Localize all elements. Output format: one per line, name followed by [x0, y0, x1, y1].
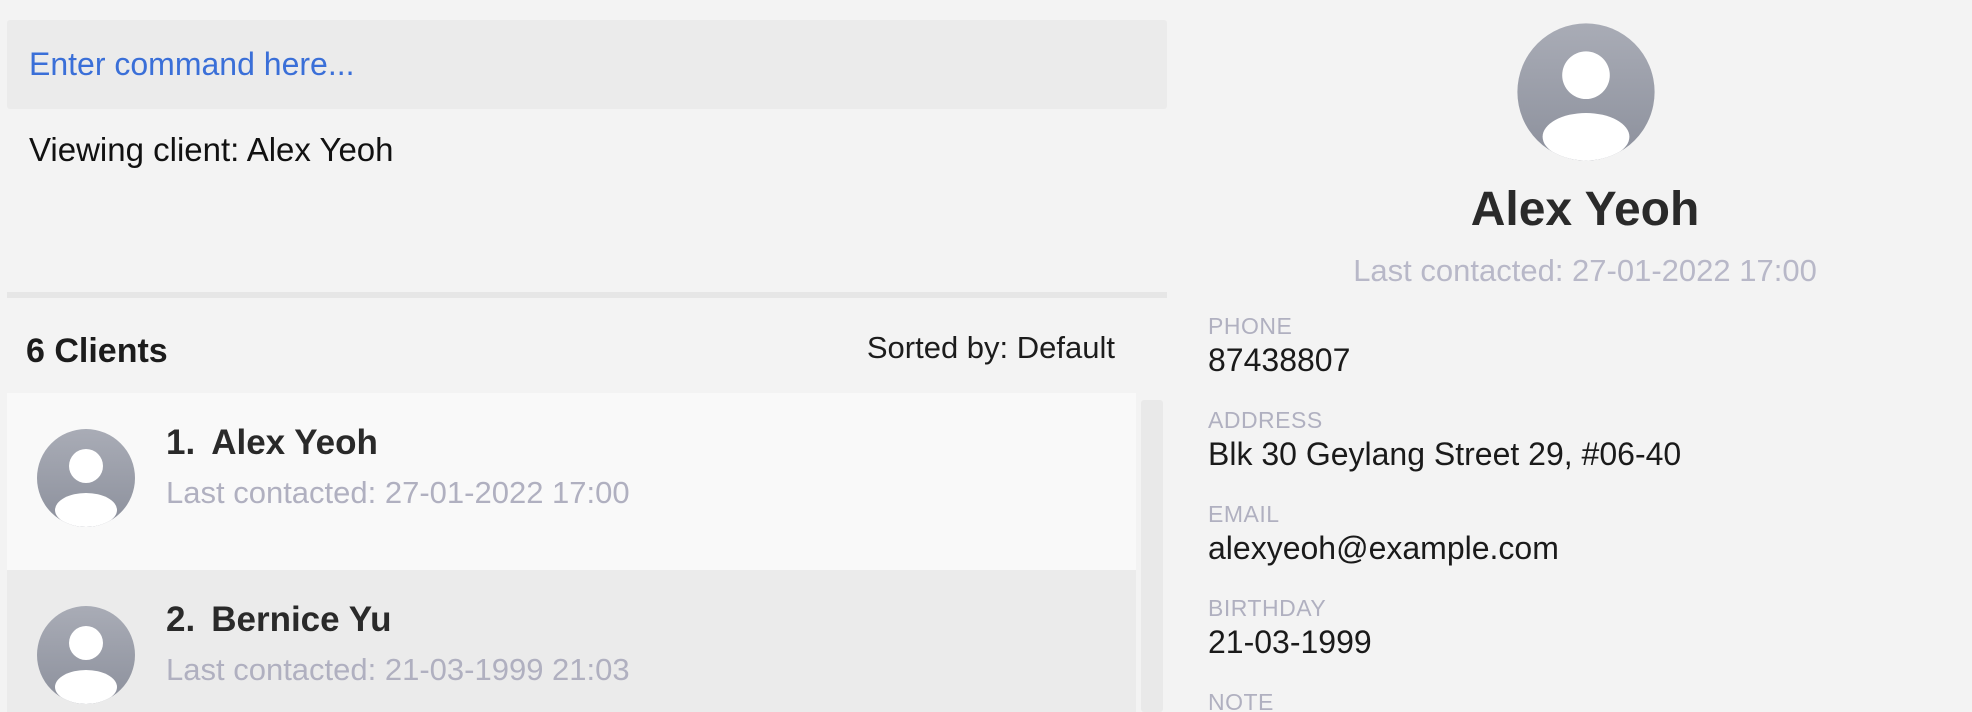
- user-avatar-icon: [1516, 22, 1656, 167]
- field-label: BIRTHDAY: [1208, 595, 1327, 621]
- client-list: 1. Alex Yeoh Last contacted: 27-01-2022 1…: [7, 393, 1136, 712]
- client-card[interactable]: 2. Bernice Yu Last contacted: 21-03-1999 …: [7, 570, 1136, 712]
- client-card[interactable]: 1. Alex Yeoh Last contacted: 27-01-2022 1…: [7, 393, 1136, 570]
- field-value: Blk 30 Geylang Street 29, #06-40: [1208, 436, 1682, 472]
- detail-field-note: NOTE: [1208, 688, 1274, 712]
- detail-field-email: EMAIL alexyeoh@example.com: [1208, 500, 1559, 568]
- command-input[interactable]: [7, 20, 1167, 109]
- pane-divider: [7, 292, 1167, 298]
- command-box[interactable]: [7, 20, 1167, 109]
- result-display: Viewing client: Alex Yeoh: [29, 131, 394, 168]
- field-value: 87438807: [1208, 342, 1351, 378]
- detail-field-phone: PHONE 87438807: [1208, 312, 1350, 380]
- client-name: 2. Bernice Yu: [166, 600, 391, 640]
- list-scrollbar[interactable]: [1141, 400, 1163, 712]
- field-label: EMAIL: [1208, 501, 1280, 527]
- client-last-contacted: Last contacted: 27-01-2022 17:00: [166, 475, 630, 510]
- client-name: 1. Alex Yeoh: [166, 423, 378, 463]
- left-pane: Viewing client: Alex Yeoh 6 Clients Sort…: [0, 0, 1175, 712]
- client-last-contacted: Last contacted: 21-03-1999 21:03: [166, 652, 630, 687]
- client-index: 1.: [166, 423, 196, 462]
- field-label: ADDRESS: [1208, 407, 1323, 433]
- client-detail-panel: Alex Yeoh Last contacted: 27-01-2022 17:…: [1175, 0, 1972, 712]
- client-list-header: 6 Clients Sorted by: Default: [0, 325, 1175, 375]
- client-index: 2.: [166, 600, 196, 639]
- field-label: PHONE: [1208, 313, 1293, 339]
- user-avatar-icon: [36, 605, 136, 710]
- sort-indicator: Sorted by: Default: [866, 330, 1115, 365]
- client-count: 6 Clients: [26, 332, 168, 370]
- user-avatar-icon: [36, 428, 136, 533]
- app-window: Viewing client: Alex Yeoh 6 Clients Sort…: [0, 0, 1972, 712]
- detail-client-name: Alex Yeoh: [1470, 183, 1700, 236]
- field-label: NOTE: [1208, 689, 1274, 712]
- detail-field-address: ADDRESS Blk 30 Geylang Street 29, #06-40: [1208, 406, 1681, 474]
- client-name-text: Bernice Yu: [211, 600, 392, 639]
- client-name-text: Alex Yeoh: [211, 423, 378, 462]
- field-value: alexyeoh@example.com: [1208, 530, 1559, 566]
- detail-field-birthday: BIRTHDAY 21-03-1999: [1208, 594, 1372, 662]
- detail-last-contacted: Last contacted: 27-01-2022 17:00: [1353, 253, 1817, 288]
- field-value: 21-03-1999: [1208, 624, 1372, 660]
